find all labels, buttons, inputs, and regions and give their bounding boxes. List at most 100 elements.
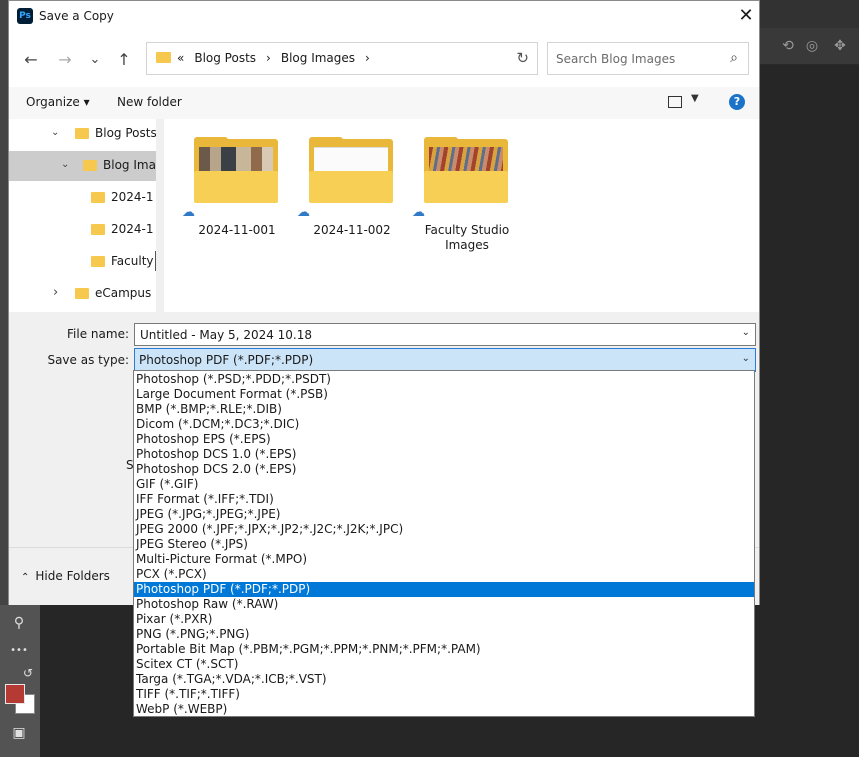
pan-icon[interactable]: ✥	[832, 38, 848, 54]
nav-item-2024-11-001[interactable]: 2024-1	[9, 183, 156, 213]
ps-options-bar: ⟲ ◎ ✥	[760, 28, 859, 65]
file-type-option[interactable]: Dicom (*.DCM;*.DC3;*.DIC)	[134, 417, 754, 432]
chevron-down-icon[interactable]: ⌄	[61, 159, 69, 170]
chevron-up-icon: ⌃	[21, 572, 30, 583]
file-type-option[interactable]: Multi-Picture Format (*.MPO)	[134, 552, 754, 567]
swap-colors-icon[interactable]: ↺	[18, 663, 38, 683]
file-type-option[interactable]: Large Document Format (*.PSB)	[134, 387, 754, 402]
folder-name: 2024-11-001	[198, 223, 276, 237]
breadcrumb-overflow[interactable]: «	[177, 51, 184, 65]
photoshop-app-icon: Ps	[17, 8, 33, 24]
foreground-color-swatch[interactable]	[5, 684, 25, 704]
ps-toolbar: ⚲ ••• ↺ ▣	[0, 605, 40, 757]
file-type-option[interactable]: Photoshop DCS 1.0 (*.EPS)	[134, 447, 754, 462]
folder-icon	[75, 288, 89, 299]
hide-folders-label: Hide Folders	[35, 569, 110, 583]
cloud-folder-icon	[91, 256, 105, 267]
file-type-option[interactable]: JPEG 2000 (*.JPF;*.JPX;*.JP2;*.J2C;*.J2K…	[134, 522, 754, 537]
cloud-icon: ☁	[412, 205, 425, 220]
orbit-icon[interactable]: ◎	[804, 38, 820, 54]
recent-locations-icon[interactable]: ⌄	[83, 48, 107, 72]
ps-left-strip	[0, 0, 8, 605]
folder-icon	[75, 128, 89, 139]
nav-item-label: 2024-1	[111, 222, 154, 236]
close-icon[interactable]: ✕	[735, 5, 757, 27]
file-type-option[interactable]: PCX (*.PCX)	[134, 567, 754, 582]
rotate-view-icon[interactable]: ⟲	[780, 38, 796, 54]
folder-name: 2024-11-002	[313, 223, 391, 237]
nav-item-label: Faculty	[111, 254, 154, 268]
cloud-icon: ☁	[182, 205, 195, 220]
search-box[interactable]: Search Blog Images ⌕	[547, 42, 749, 75]
file-type-option[interactable]: Photoshop EPS (*.EPS)	[134, 432, 754, 447]
folder-icon	[156, 52, 171, 63]
chevron-down-icon[interactable]: ⌄	[742, 353, 750, 364]
search-placeholder: Search Blog Images	[556, 52, 676, 66]
chevron-down-icon[interactable]: ⌄	[742, 327, 750, 338]
file-type-option[interactable]: Photoshop DCS 2.0 (*.EPS)	[134, 462, 754, 477]
more-tools-icon[interactable]: •••	[9, 641, 29, 661]
file-name-value: Untitled - May 5, 2024 10.18	[140, 328, 313, 342]
new-folder-button[interactable]: New folder	[117, 95, 182, 109]
folder-name: Faculty Studio Images	[424, 223, 510, 252]
file-type-option[interactable]: BMP (*.BMP;*.RLE;*.DIB)	[134, 402, 754, 417]
quick-mask-icon[interactable]: ▣	[9, 723, 29, 743]
breadcrumb-blog-images[interactable]: Blog Images	[281, 51, 355, 65]
folder-thumbnail-icon	[309, 137, 393, 203]
view-options-caret-icon[interactable]: ▼	[691, 93, 699, 104]
save-as-type-select[interactable]: Photoshop PDF (*.PDF;*.PDP) ⌄	[134, 348, 756, 372]
nav-item-faculty[interactable]: Faculty	[9, 247, 156, 277]
file-type-option[interactable]: Photoshop PDF (*.PDF;*.PDP)	[134, 582, 754, 597]
view-mode-icon[interactable]	[668, 96, 682, 108]
nav-item-ecampus[interactable]: › eCampus	[9, 279, 156, 309]
nav-item-blog-images[interactable]: ⌄ Blog Ima	[9, 151, 156, 181]
file-type-option[interactable]: Pixar (*.PXR)	[134, 612, 754, 627]
file-type-option[interactable]: IFF Format (*.IFF;*.TDI)	[134, 492, 754, 507]
folder-tile[interactable]: ☁ Faculty Studio Images	[412, 137, 512, 257]
nav-item-2024-11-002[interactable]: 2024-1	[9, 215, 156, 245]
breadcrumb-blog-posts[interactable]: Blog Posts	[194, 51, 256, 65]
file-type-option[interactable]: Scitex CT (*.SCT)	[134, 657, 754, 672]
ps-menu-bar	[760, 0, 859, 28]
title-bar: Ps Save a Copy ✕	[9, 1, 759, 33]
file-type-option[interactable]: JPEG Stereo (*.JPS)	[134, 537, 754, 552]
file-type-option[interactable]: WebP (*.WEBP)	[134, 702, 754, 717]
file-type-dropdown-list: Photoshop (*.PSD;*.PDD;*.PSDT) Large Docu…	[133, 370, 755, 717]
nav-item-blog-posts[interactable]: ⌄ Blog Posts	[9, 119, 156, 149]
breadcrumb-separator[interactable]: ›	[266, 51, 271, 65]
nav-item-label: eCampus	[95, 286, 152, 300]
file-list: ☁ 2024-11-001 ☁ 2024-11-002 ☁ Faculty St…	[164, 119, 759, 312]
organize-button[interactable]: Organize ▾	[26, 95, 90, 109]
file-type-option[interactable]: JPEG (*.JPG;*.JPEG;*.JPE)	[134, 507, 754, 522]
file-type-option[interactable]: Targa (*.TGA;*.VDA;*.ICB;*.VST)	[134, 672, 754, 687]
folder-thumbnail-icon	[424, 137, 508, 203]
cloud-icon: ☁	[297, 205, 310, 220]
back-arrow-icon[interactable]: ←	[19, 48, 43, 72]
nav-item-label: 2024-1	[111, 190, 154, 204]
up-arrow-icon[interactable]: ↑	[112, 48, 136, 72]
help-icon[interactable]: ?	[729, 94, 745, 110]
file-type-option[interactable]: PNG (*.PNG;*.PNG)	[134, 627, 754, 642]
address-bar[interactable]: « Blog Posts › Blog Images › ↻	[146, 42, 538, 75]
chevron-right-icon[interactable]: ›	[53, 285, 58, 300]
file-name-field[interactable]: Untitled - May 5, 2024 10.18 ⌄	[134, 323, 756, 346]
nav-item-label: Blog Posts	[95, 126, 156, 140]
file-type-option[interactable]: Photoshop (*.PSD;*.PDD;*.PSDT)	[134, 372, 754, 387]
folder-tile[interactable]: ☁ 2024-11-001	[182, 137, 282, 257]
file-type-option[interactable]: Photoshop Raw (*.RAW)	[134, 597, 754, 612]
folder-thumbnail-icon	[194, 137, 278, 203]
file-type-option[interactable]: TIFF (*.TIF;*.TIFF)	[134, 687, 754, 702]
file-name-label: File name:	[67, 327, 129, 341]
file-type-option[interactable]: Portable Bit Map (*.PBM;*.PGM;*.PPM;*.PN…	[134, 642, 754, 657]
hide-folders-button[interactable]: ⌃ Hide Folders	[21, 569, 110, 583]
cloud-folder-icon	[91, 224, 105, 235]
save-as-type-value: Photoshop PDF (*.PDF;*.PDP)	[139, 353, 314, 367]
breadcrumb-separator[interactable]: ›	[365, 51, 370, 65]
file-type-option[interactable]: GIF (*.GIF)	[134, 477, 754, 492]
pane-divider[interactable]	[156, 119, 164, 312]
refresh-icon[interactable]: ↻	[516, 49, 529, 67]
chevron-down-icon[interactable]: ⌄	[51, 127, 59, 138]
zoom-tool-icon[interactable]: ⚲	[9, 613, 29, 633]
forward-arrow-icon[interactable]: →	[53, 48, 77, 72]
folder-tile[interactable]: ☁ 2024-11-002	[297, 137, 397, 257]
